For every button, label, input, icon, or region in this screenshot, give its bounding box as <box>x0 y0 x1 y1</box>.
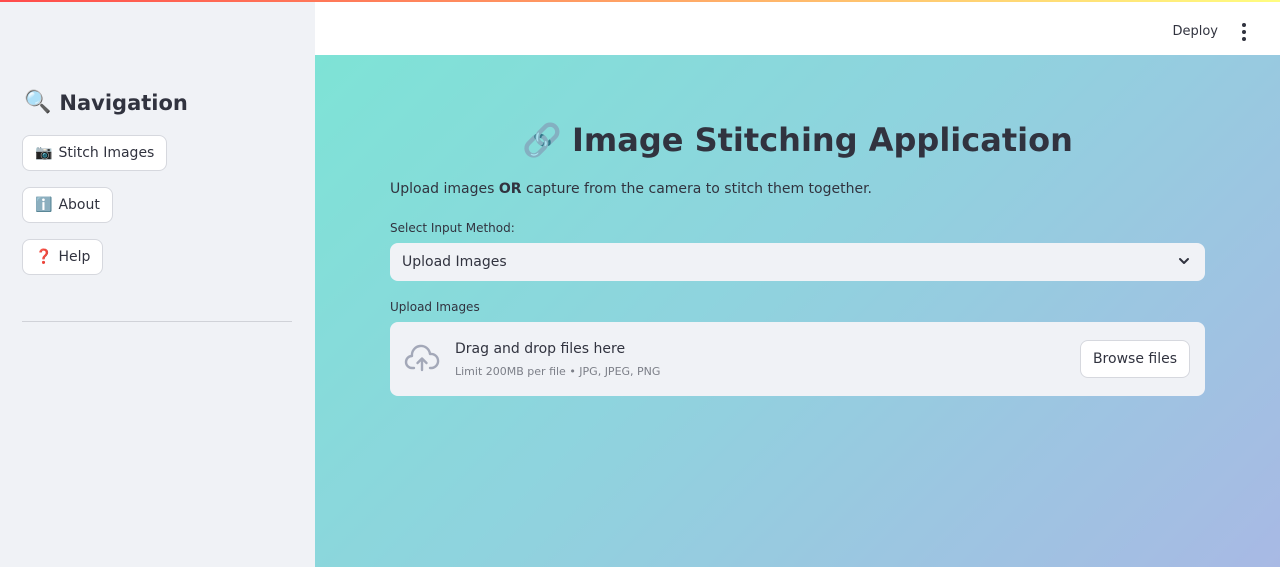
file-dropzone[interactable]: Drag and drop files here Limit 200MB per… <box>390 322 1205 396</box>
dropzone-limit-text: Limit 200MB per file • JPG, JPEG, PNG <box>455 365 661 378</box>
select-value: Upload Images <box>402 254 507 270</box>
sidebar-item-label: About <box>58 197 100 213</box>
sidebar-divider <box>22 321 292 322</box>
input-method-select[interactable]: Upload Images <box>390 243 1205 281</box>
description-text: capture from the camera to stitch them t… <box>521 181 873 197</box>
sidebar-item-about[interactable]: ℹ️ About <box>22 187 113 223</box>
sidebar: 🔍 Navigation 📷 Stitch Images ℹ️ About ❓ … <box>0 0 315 567</box>
deploy-button[interactable]: Deploy <box>1172 24 1218 39</box>
description-bold: OR <box>498 181 522 197</box>
sidebar-item-help[interactable]: ❓ Help <box>22 239 104 275</box>
magnifier-icon: 🔍 <box>24 90 52 115</box>
top-decoration-bar <box>0 0 1280 2</box>
description-text: Upload images <box>390 181 499 197</box>
input-method-label: Select Input Method: <box>390 221 515 235</box>
sidebar-title: 🔍 Navigation <box>24 90 188 115</box>
page-title-text: Image Stitching Application <box>571 121 1073 159</box>
cloud-upload-icon <box>404 344 440 372</box>
sidebar-item-stitch-images[interactable]: 📷 Stitch Images <box>22 135 168 171</box>
main-content: 🔗 Image Stitching Application Upload ima… <box>315 55 1280 567</box>
question-icon: ❓ <box>35 249 53 265</box>
kebab-menu-icon[interactable] <box>1236 20 1252 44</box>
page-title: 🔗 Image Stitching Application <box>315 121 1280 159</box>
sidebar-item-label: Help <box>58 249 91 265</box>
info-icon: ℹ️ <box>35 197 53 213</box>
app-header: Deploy <box>315 0 1280 55</box>
page-description: Upload images OR capture from the camera… <box>390 181 872 197</box>
link-icon: 🔗 <box>522 121 562 159</box>
dropzone-instruction: Drag and drop files here <box>455 341 626 357</box>
sidebar-title-text: Navigation <box>59 90 188 115</box>
camera-icon: 📷 <box>35 145 53 161</box>
chevron-down-icon <box>1179 258 1189 264</box>
browse-files-button[interactable]: Browse files <box>1079 340 1190 378</box>
upload-label: Upload Images <box>390 300 480 314</box>
sidebar-item-label: Stitch Images <box>58 145 155 161</box>
